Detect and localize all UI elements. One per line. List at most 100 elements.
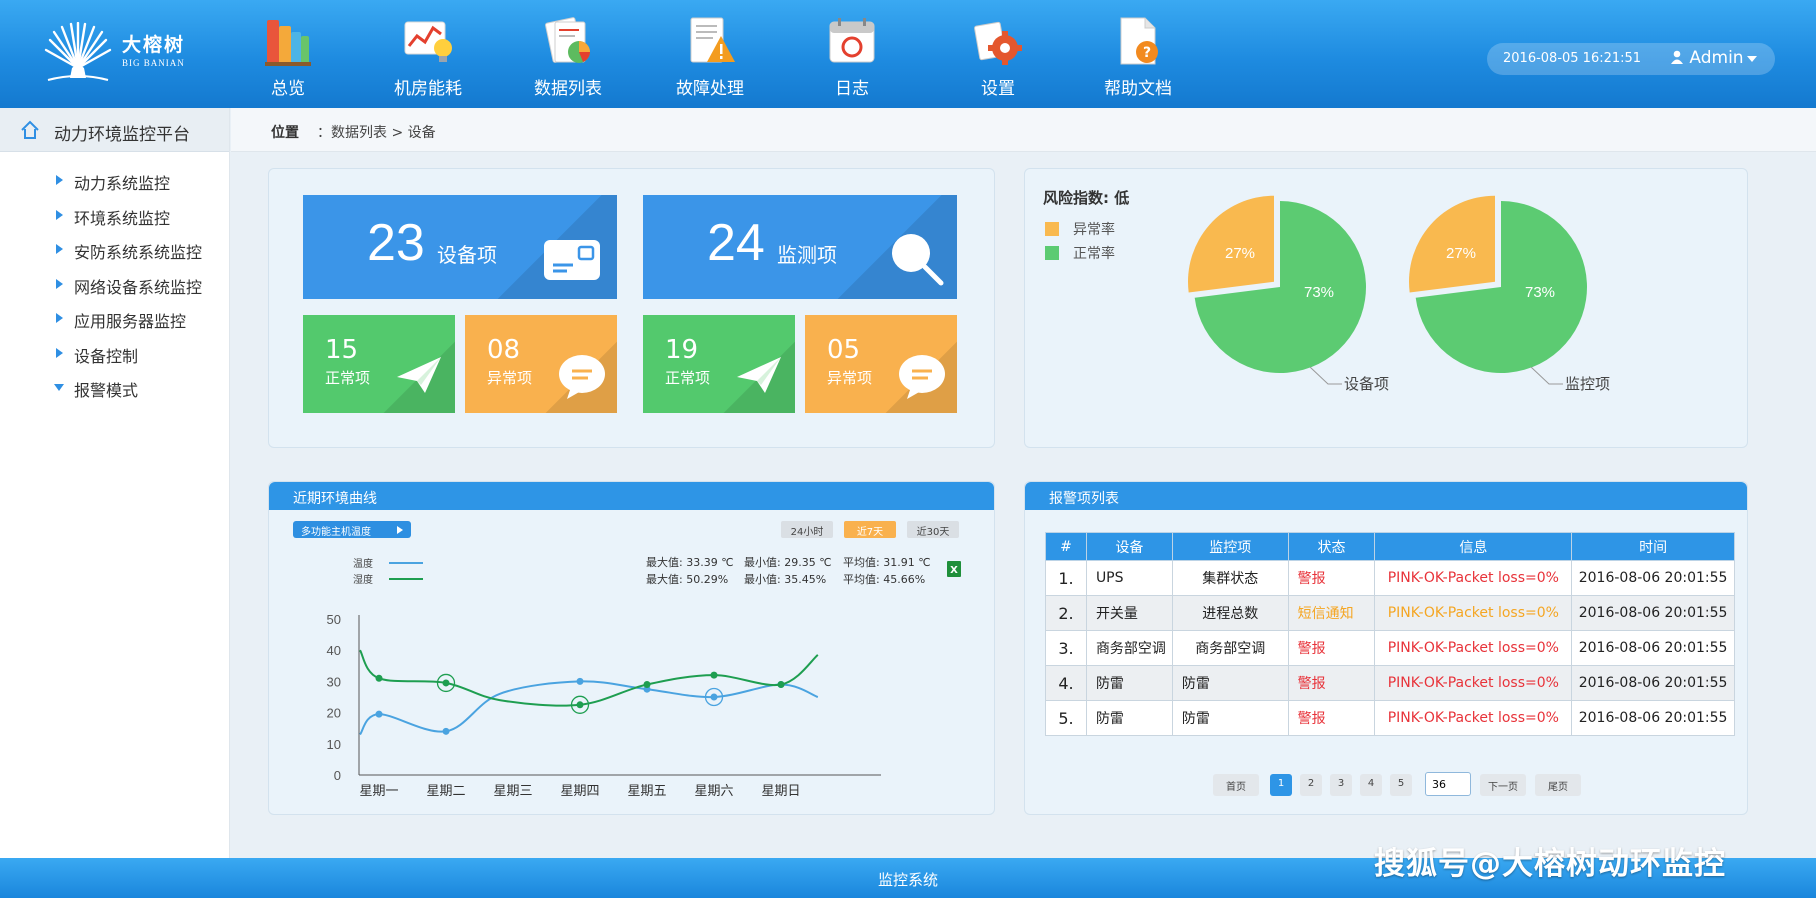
nav-label: 帮助文档 [1104, 79, 1172, 99]
warning-note-icon [690, 17, 735, 63]
table-row[interactable]: 3. 商务部空调 商务部空调 警报 PINK-OK-Packet loss=0%… [1045, 630, 1735, 666]
item-cell: 防雷 [1171, 700, 1289, 736]
monitor-abnormal-tile[interactable]: 05 异常项 [805, 315, 957, 413]
time-cell: 2016-08-06 20:01:55 [1571, 560, 1735, 596]
page-button[interactable]: 2 [1300, 774, 1322, 796]
info-cell: PINK-OK-Packet loss=0% [1374, 595, 1573, 631]
sidebar-item-device-control[interactable]: 设备控制 [0, 335, 229, 370]
sidebar-item-label: 环境系统监控 [74, 208, 171, 228]
nav-log[interactable]: 日志 [787, 14, 917, 99]
alarm-panel-title: 报警项列表 [1025, 482, 1747, 510]
environment-curve-panel: 近期环境曲线 多功能主机温度 24小时 近7天 近30天 温度 湿度 最大值: … [268, 481, 995, 815]
nav-label: 机房能耗 [394, 79, 462, 99]
nav-overview[interactable]: 总览 [223, 14, 353, 99]
row-number: 4. [1045, 665, 1087, 701]
sidebar-item-label: 动力系统监控 [74, 174, 171, 193]
nav-label: 数据列表 [534, 79, 602, 99]
monitor-count-label: 监测项 [777, 243, 837, 267]
column-header[interactable]: 信息 [1374, 532, 1573, 561]
sidebar-item-security[interactable]: 安防系统系统监控 [0, 231, 229, 266]
device-normal-tile[interactable]: 15 正常项 [303, 315, 455, 413]
pie-chart: 27% 73% 设备项 [1187, 195, 1389, 393]
x-tick-label: 星期六 [694, 784, 733, 799]
device-abnormal-count: 08 [487, 335, 521, 365]
data-point [710, 671, 718, 679]
brand-logo[interactable]: 大榕树 BIG BANIAN [40, 22, 200, 86]
risk-panel: 风险指数: 低 异常率 正常率 27% 73% 设备项 27% 73% 监控项 [1024, 168, 1748, 448]
caret-right-icon [56, 175, 63, 185]
first-page-button[interactable]: 首页 [1213, 774, 1259, 796]
x-tick-label: 星期二 [426, 784, 465, 799]
table-row[interactable]: 1. UPS 集群状态 警报 PINK-OK-Packet loss=0% 20… [1045, 560, 1735, 596]
home-icon [21, 120, 39, 139]
sidebar-item-alarm-mode[interactable]: 报警模式 [0, 369, 229, 404]
nav-fault-handling[interactable]: 故障处理 [645, 14, 775, 99]
column-header[interactable]: 设备 [1085, 532, 1173, 561]
sidebar-header[interactable]: 动力环境监控平台 [0, 108, 229, 152]
nav-help[interactable]: ? 帮助文档 [1073, 14, 1203, 99]
x-tick-label: 星期五 [627, 784, 666, 799]
monitor-normal-tile[interactable]: 19 正常项 [643, 315, 795, 413]
help-document-icon: ? [1120, 17, 1158, 65]
page-jump-input[interactable] [1425, 772, 1471, 796]
data-point [777, 681, 785, 689]
page-button[interactable]: 1 [1270, 774, 1292, 796]
settings-gear-icon [974, 21, 1022, 65]
sidebar-title: 动力环境监控平台 [54, 125, 190, 145]
sidebar-item-environment[interactable]: 环境系统监控 [0, 197, 229, 232]
sidebar-item-label: 安防系统系统监控 [74, 243, 203, 262]
chat-bubble-icon [899, 355, 945, 399]
last-page-button[interactable]: 尾页 [1535, 774, 1581, 796]
nav-label: 总览 [271, 79, 305, 99]
table-row[interactable]: 2. 开关量 进程总数 短信通知 PINK-OK-Packet loss=0% … [1045, 595, 1735, 631]
user-status-bar: 2016-08-05 16:21:51 Admin [1487, 43, 1775, 75]
item-cell: 集群状态 [1171, 560, 1289, 596]
monitor-abnormal-count: 05 [827, 335, 861, 365]
top-header: 大榕树 BIG BANIAN 总览 机房能耗 数据列表 故障处理 日志 设置 ?… [0, 0, 1816, 108]
alarm-table: # 设备 监控项 状态 信息 时间 1. UPS 集群状态 警报 PINK-OK… [1045, 532, 1735, 736]
y-tick-label: 20 [327, 706, 341, 721]
pie-chart: 27% 73% 监控项 [1408, 195, 1610, 393]
device-normal-count: 15 [325, 335, 359, 365]
sidebar-item-network[interactable]: 网络设备系统监控 [0, 266, 229, 301]
magnifier-icon [892, 234, 944, 286]
nav-data-list[interactable]: 数据列表 [503, 14, 633, 99]
column-header[interactable]: 监控项 [1171, 532, 1289, 561]
user-menu[interactable]: Admin [1670, 48, 1757, 68]
monitor-normal-count: 19 [665, 335, 699, 365]
y-tick-label: 30 [327, 674, 341, 689]
data-point [576, 677, 584, 685]
nav-energy[interactable]: 机房能耗 [363, 14, 493, 99]
id-card-icon [544, 240, 600, 280]
next-page-button[interactable]: 下一页 [1480, 774, 1526, 796]
row-number: 1. [1045, 560, 1087, 596]
table-row[interactable]: 4. 防雷 防雷 警报 PINK-OK-Packet loss=0% 2016-… [1045, 665, 1735, 701]
device-abnormal-tile[interactable]: 08 异常项 [465, 315, 617, 413]
info-cell: PINK-OK-Packet loss=0% [1374, 665, 1573, 701]
sidebar-item-app-server[interactable]: 应用服务器监控 [0, 300, 229, 335]
page-button[interactable]: 3 [1330, 774, 1352, 796]
data-point [442, 679, 450, 687]
table-row[interactable]: 5. 防雷 防雷 警报 PINK-OK-Packet loss=0% 2016-… [1045, 700, 1735, 736]
column-header[interactable]: 状态 [1287, 532, 1376, 561]
device-cell: 开关量 [1085, 595, 1173, 631]
page-button[interactable]: 5 [1390, 774, 1412, 796]
page-button[interactable]: 4 [1360, 774, 1382, 796]
column-header[interactable]: # [1045, 532, 1087, 561]
column-header[interactable]: 时间 [1571, 532, 1735, 561]
nav-settings[interactable]: 设置 [933, 14, 1063, 99]
status-cell: 警报 [1287, 630, 1376, 666]
device-normal-label: 正常项 [325, 369, 371, 387]
device-cell: 防雷 [1085, 700, 1173, 736]
breadcrumb-path[interactable]: ：数据列表 > 设备 [317, 122, 436, 142]
calendar-icon [829, 18, 875, 63]
chevron-down-icon [1746, 56, 1757, 62]
footer-text: 监控系统 [877, 871, 938, 889]
monitor-abnormal-label: 异常项 [827, 369, 873, 387]
monitor-count-tile[interactable]: 24 监测项 [643, 195, 957, 299]
sidebar-item-label: 应用服务器监控 [74, 312, 187, 331]
device-count-tile[interactable]: 23 设备项 [303, 195, 617, 299]
paper-plane-icon [397, 357, 441, 393]
data-point [576, 701, 584, 709]
sidebar-item-power[interactable]: 动力系统监控 [0, 162, 229, 197]
